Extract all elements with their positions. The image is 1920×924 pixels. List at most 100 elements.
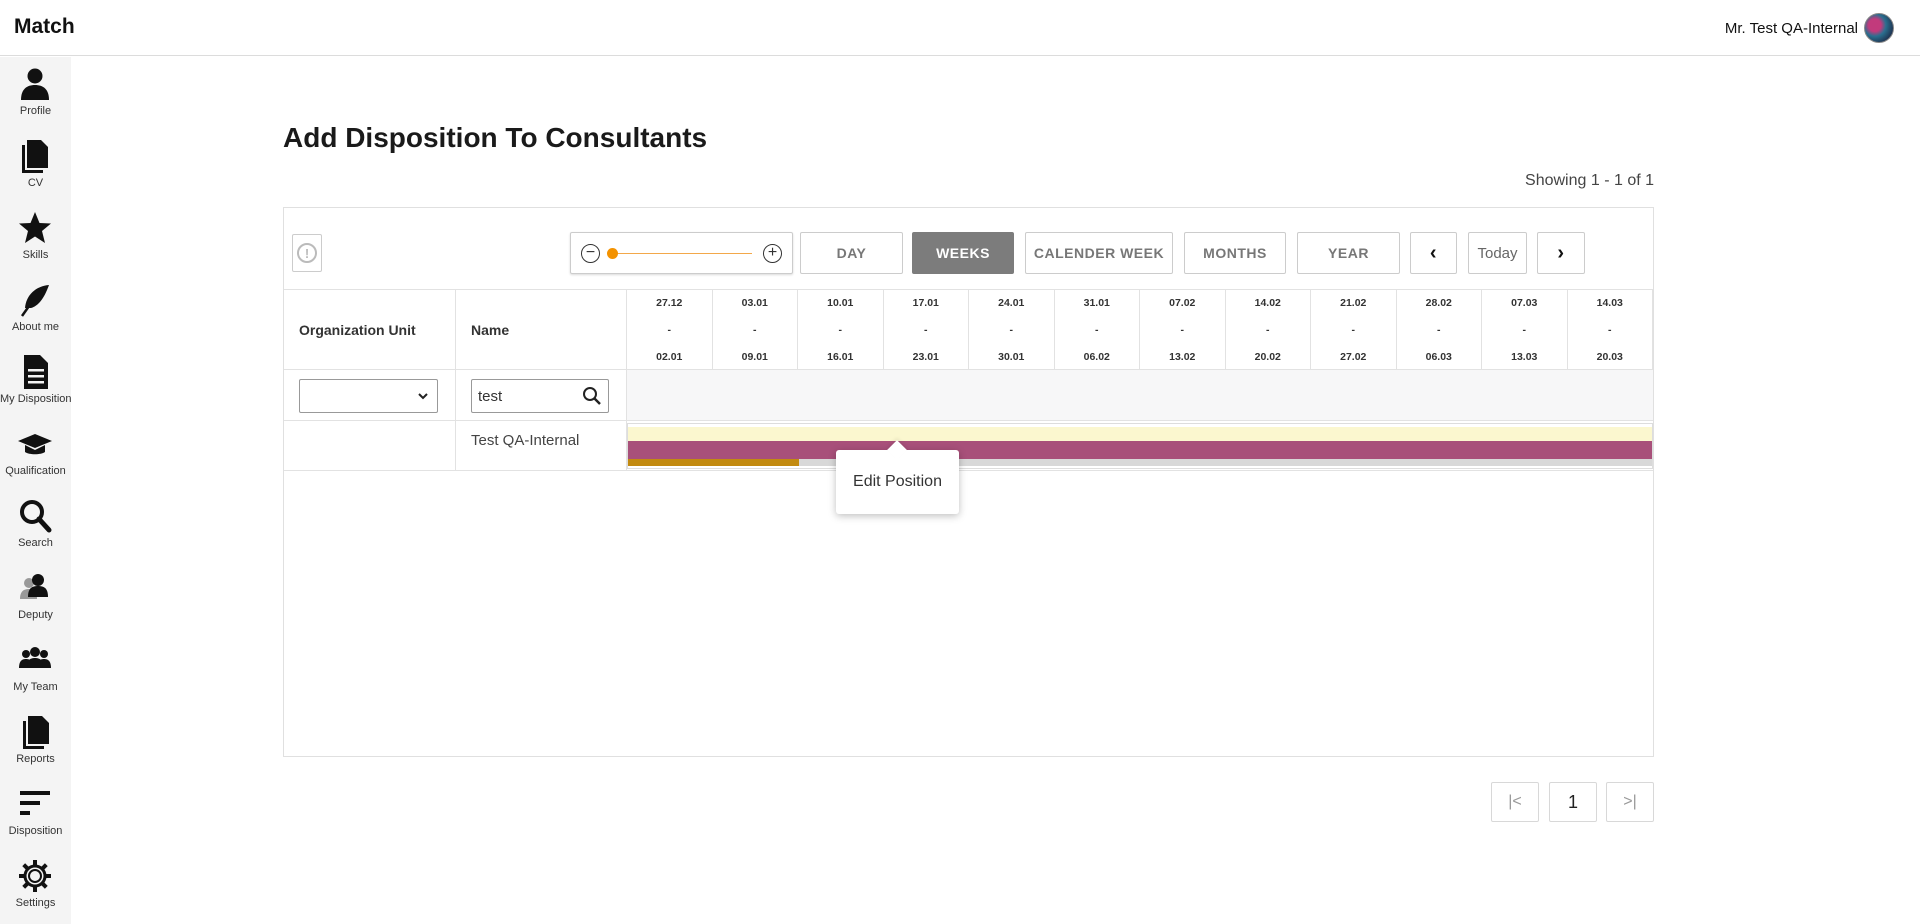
sidebar-item-deputy[interactable]: Deputy: [0, 561, 71, 633]
week-sep-label: -: [1180, 324, 1185, 336]
documents-icon: [23, 716, 49, 749]
column-header-label: Name: [471, 322, 510, 338]
team-icon: [19, 647, 51, 668]
week-end-label: 27.02: [1340, 351, 1367, 363]
week-end-label: 30.01: [998, 351, 1025, 363]
week-end-label: 20.03: [1596, 351, 1623, 363]
week-start-label: 10.01: [827, 297, 854, 309]
edit-position-popup[interactable]: Edit Position: [836, 450, 959, 514]
sidebar-item-label: My Disposition: [0, 393, 72, 405]
week-sep-label: -: [1351, 324, 1356, 336]
divider: [455, 370, 456, 471]
current-page[interactable]: 1: [1549, 782, 1597, 822]
week-sep-label: -: [1009, 324, 1014, 336]
gantt-timeline[interactable]: [627, 423, 1653, 469]
file-text-icon: [24, 355, 48, 389]
sidebar-item-label: Skills: [22, 249, 49, 261]
sidebar-item-qualification[interactable]: Qualification: [0, 417, 71, 489]
app-title[interactable]: Match: [14, 15, 75, 39]
first-page-button[interactable]: |<: [1491, 782, 1539, 822]
view-months-button[interactable]: MONTHS: [1184, 232, 1286, 274]
page-title: Add Disposition To Consultants: [283, 122, 708, 153]
sidebar-item-settings[interactable]: Settings: [0, 849, 71, 921]
sidebar-item-my-disposition[interactable]: My Disposition: [0, 345, 72, 417]
column-header-name[interactable]: Name: [456, 290, 627, 370]
sidebar-item-label: Disposition: [8, 825, 63, 837]
today-button[interactable]: Today: [1468, 232, 1527, 274]
search-icon: [20, 500, 52, 533]
user-name[interactable]: Mr. Test QA-Internal: [1725, 20, 1858, 37]
week-column-header: 03.01 - 09.01: [713, 290, 798, 370]
edit-position-label[interactable]: Edit Position: [853, 473, 942, 491]
week-start-label: 14.02: [1254, 297, 1281, 309]
sidebar: Profile CV Skills About me My Dispositio…: [0, 57, 72, 924]
timeline-filter-area: [627, 370, 1653, 420]
zoom-in-icon[interactable]: +: [763, 244, 782, 263]
sidebar-item-label: CV: [27, 177, 44, 189]
position-bar[interactable]: [628, 441, 1652, 459]
results-count: Showing 1 - 1 of 1: [1525, 172, 1654, 189]
zoom-slider-track[interactable]: [611, 253, 752, 254]
sidebar-item-cv[interactable]: CV: [0, 129, 71, 201]
week-column-header: 10.01 - 16.01: [798, 290, 884, 370]
next-period-button[interactable]: ›: [1537, 232, 1585, 274]
column-header-org[interactable]: Organization Unit: [284, 290, 456, 370]
avatar[interactable]: [1864, 13, 1894, 43]
week-column-header: 24.01 - 30.01: [969, 290, 1055, 370]
week-start-label: 31.01: [1083, 297, 1110, 309]
sidebar-item-profile[interactable]: Profile: [0, 57, 71, 129]
availability-bar[interactable]: [628, 427, 1652, 441]
week-end-label: 06.03: [1425, 351, 1452, 363]
zoom-control[interactable]: − +: [570, 232, 793, 274]
week-start-label: 24.01: [998, 297, 1025, 309]
week-end-label: 06.02: [1083, 351, 1110, 363]
feather-icon: [20, 285, 49, 317]
week-sep-label: -: [924, 324, 928, 336]
sidebar-item-skills[interactable]: Skills: [0, 201, 71, 273]
name-search-field[interactable]: [471, 379, 609, 413]
booked-bar[interactable]: [628, 459, 799, 466]
zoom-slider-handle[interactable]: [607, 248, 618, 259]
week-end-label: 23.01: [912, 351, 939, 363]
week-sep-label: -: [1095, 324, 1099, 336]
name-search-input[interactable]: [478, 386, 578, 406]
sidebar-item-label: Search: [18, 537, 53, 549]
sidebar-item-label: Deputy: [18, 609, 53, 621]
week-end-label: 13.03: [1511, 351, 1538, 363]
view-day-button[interactable]: DAY: [800, 232, 903, 274]
sidebar-item-about-me[interactable]: About me: [0, 273, 71, 345]
info-icon: !: [297, 243, 317, 263]
week-column-header: 28.02 - 06.03: [1397, 290, 1482, 370]
org-unit-select[interactable]: [299, 379, 438, 413]
search-icon[interactable]: [582, 386, 602, 406]
view-year-button[interactable]: YEAR: [1297, 232, 1400, 274]
graduation-cap-icon: [18, 434, 52, 455]
week-sep-label: -: [667, 324, 672, 336]
view-weeks-button[interactable]: WEEKS: [912, 232, 1014, 274]
week-sep-label: -: [1437, 324, 1441, 336]
info-button[interactable]: !: [292, 234, 322, 272]
sidebar-item-reports[interactable]: Reports: [0, 705, 71, 777]
zoom-out-icon[interactable]: −: [581, 244, 600, 263]
week-end-label: 16.01: [827, 351, 854, 363]
week-column-header: 07.03 - 13.03: [1482, 290, 1568, 370]
sidebar-item-label: Settings: [15, 897, 56, 909]
person-icon: [21, 68, 49, 100]
sidebar-item-search[interactable]: Search: [0, 489, 71, 561]
table-row[interactable]: Test QA-Internal: [284, 421, 1653, 471]
document-icon: [22, 140, 48, 173]
week-column-header: 07.02 - 13.02: [1140, 290, 1226, 370]
chevron-left-icon: ‹: [1429, 241, 1438, 264]
view-calendar-week-button[interactable]: CALENDER WEEK: [1025, 232, 1173, 274]
week-start-label: 03.01: [741, 297, 768, 309]
week-column-header: 14.03 - 20.03: [1568, 290, 1653, 370]
sidebar-item-disposition[interactable]: Disposition: [0, 777, 71, 849]
top-bar: Match Mr. Test QA-Internal: [0, 0, 1920, 56]
user-menu[interactable]: Mr. Test QA-Internal: [1725, 13, 1894, 43]
week-end-label: 13.02: [1169, 351, 1196, 363]
gear-icon: [19, 860, 51, 892]
prev-period-button[interactable]: ‹: [1410, 232, 1457, 274]
user-shadow-icon: [20, 574, 48, 599]
last-page-button[interactable]: >|: [1606, 782, 1654, 822]
sidebar-item-my-team[interactable]: My Team: [0, 633, 71, 705]
